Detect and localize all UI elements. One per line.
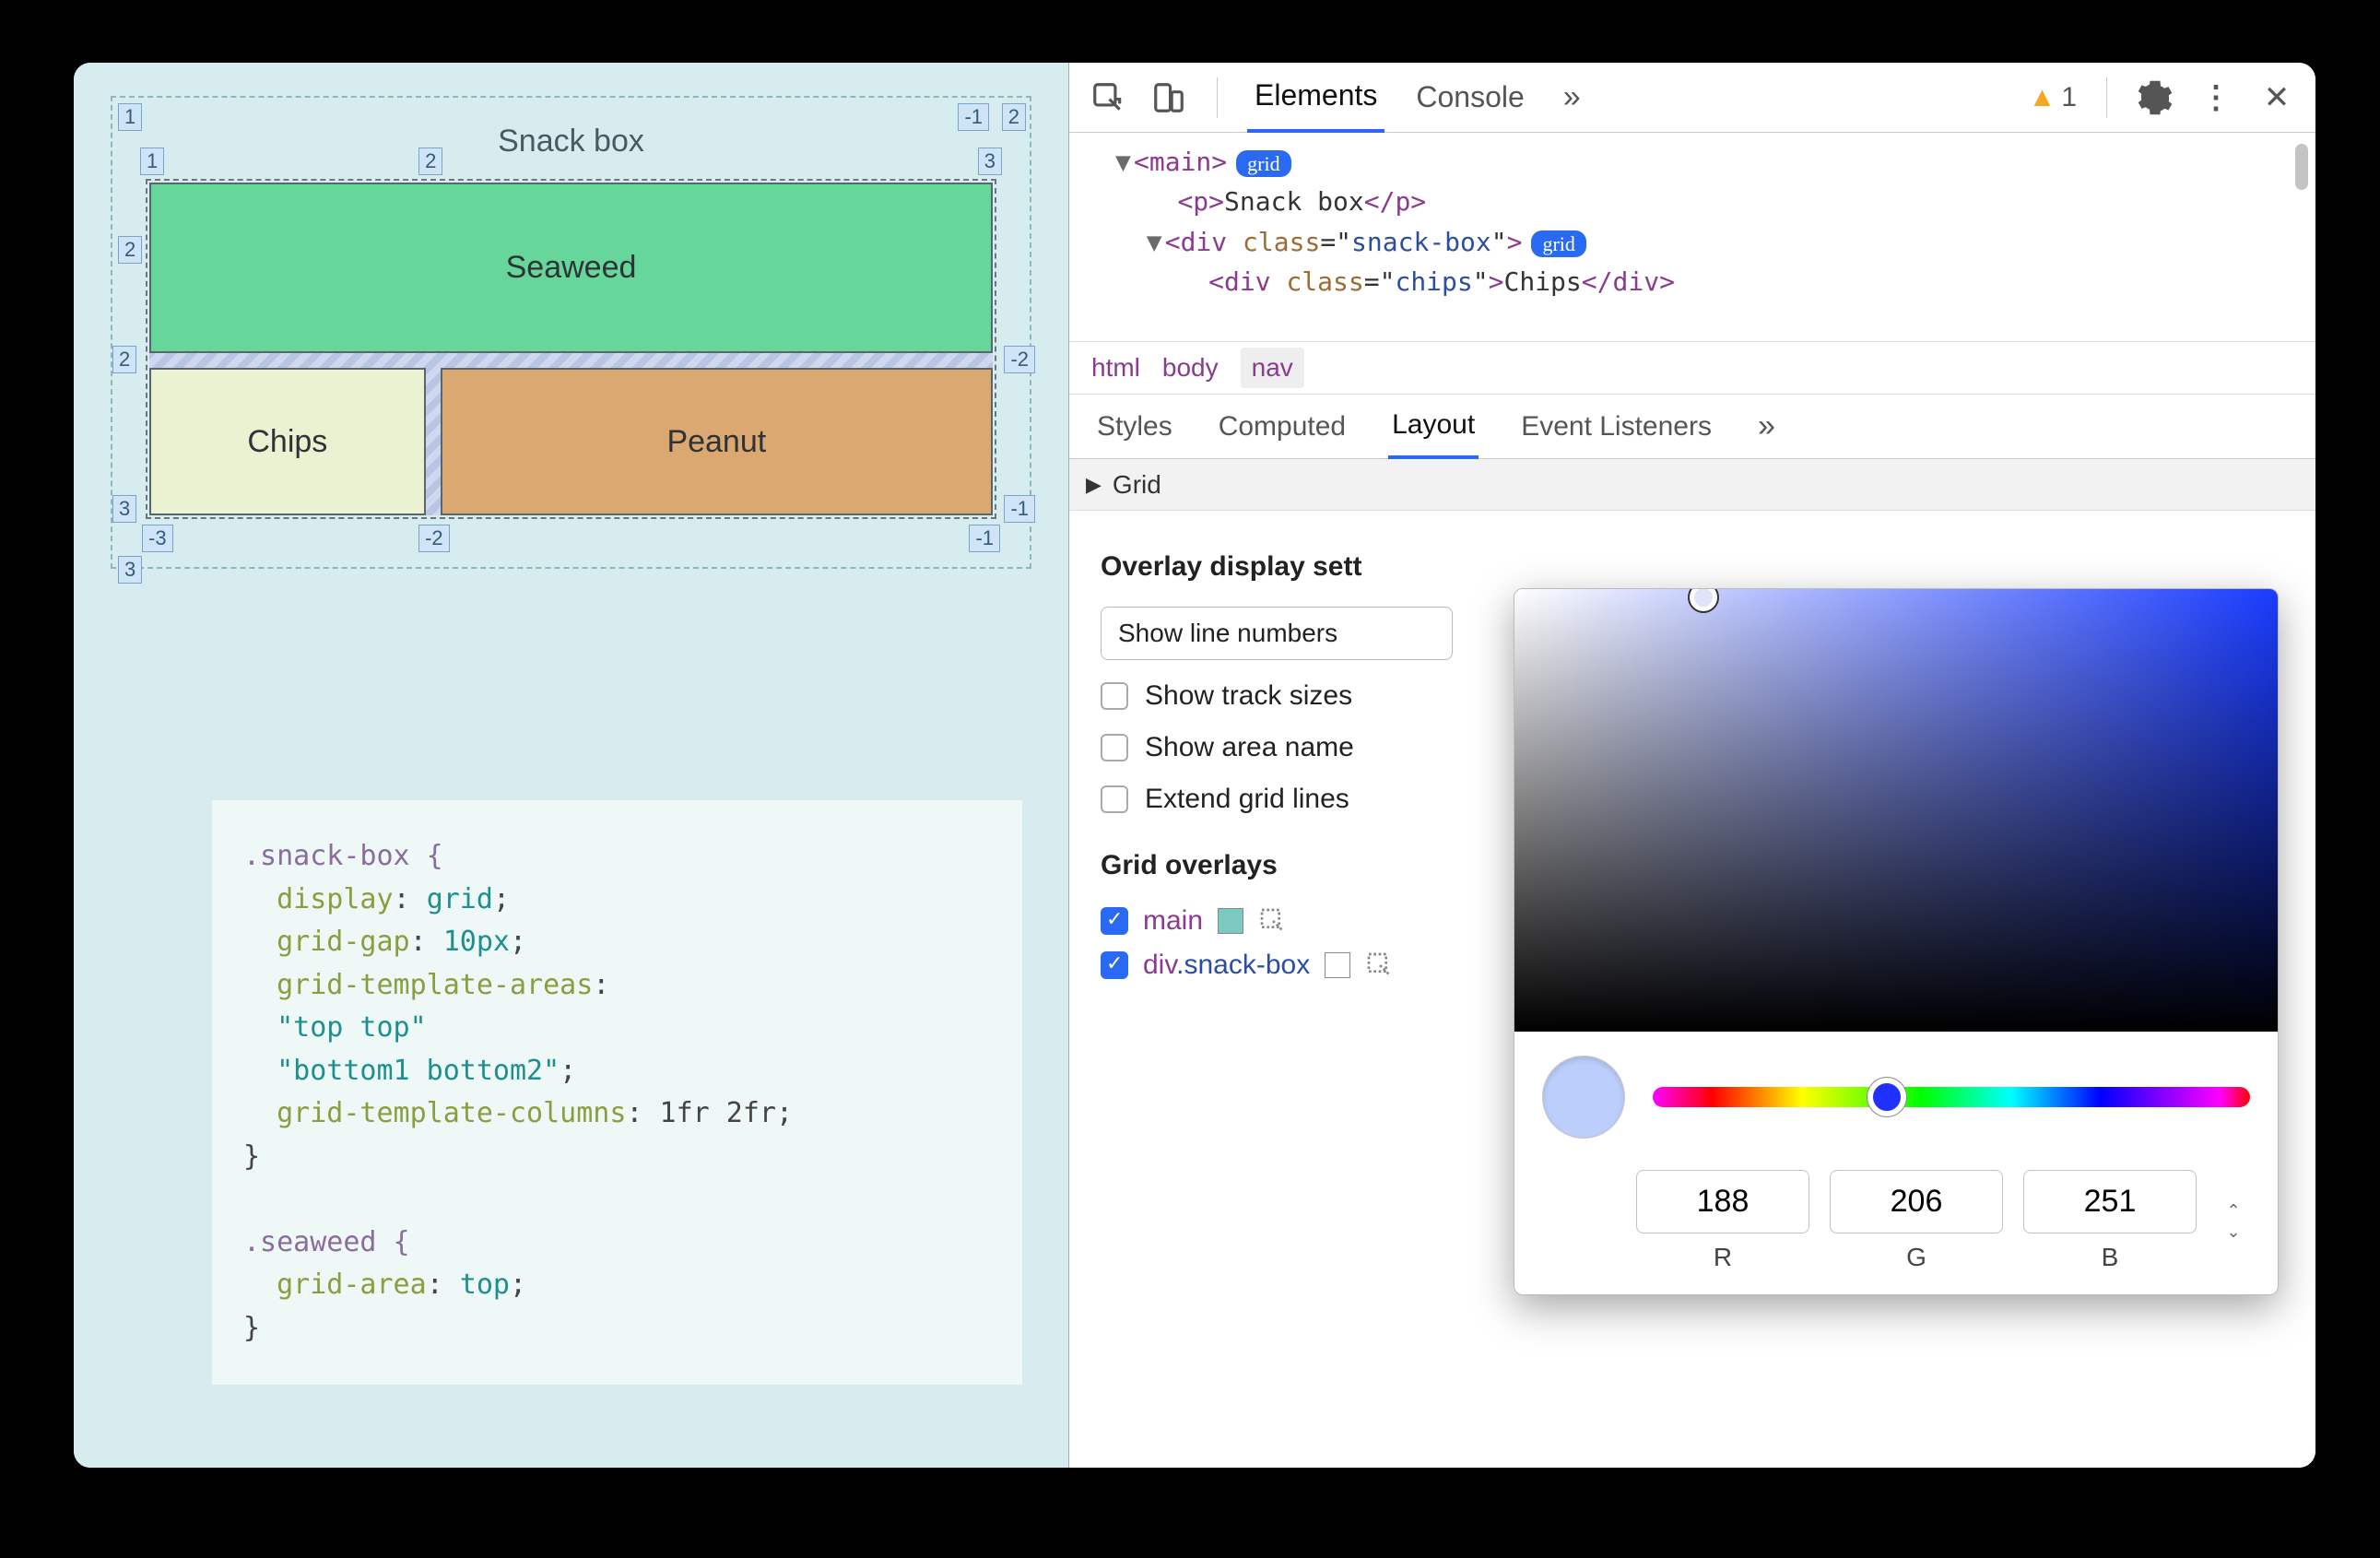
grid-overlay-inner: 1 2 3 2 -2 3 -3 -2 -1 -1 Seaweed Chips P… xyxy=(146,179,996,519)
saturation-indicator[interactable] xyxy=(1690,588,1717,611)
grid-badge[interactable]: grid xyxy=(1236,150,1290,177)
input-g[interactable] xyxy=(1830,1170,2003,1233)
grid-section-title: Grid xyxy=(1113,470,1161,500)
sidebar-tabs: Styles Computed Layout Event Listeners » xyxy=(1069,395,2315,459)
dom-scrollbar[interactable] xyxy=(2295,144,2308,190)
line-num: 2 xyxy=(112,346,136,373)
device-icon[interactable] xyxy=(1150,79,1187,116)
label-extend-lines: Extend grid lines xyxy=(1145,784,1349,815)
warning-count: 1 xyxy=(2061,82,2077,113)
line-num: 2 xyxy=(418,148,442,175)
grid-section-header[interactable]: ▶ Grid xyxy=(1069,459,2315,511)
kebab-icon[interactable]: ⋮ xyxy=(2197,79,2234,116)
line-num: -1 xyxy=(969,525,1000,552)
subtab-styles[interactable]: Styles xyxy=(1093,396,1176,457)
close-icon[interactable]: ✕ xyxy=(2258,79,2295,116)
color-swatch-main[interactable] xyxy=(1218,908,1243,934)
hue-knob[interactable] xyxy=(1867,1078,1906,1116)
saturation-field[interactable] xyxy=(1514,589,2278,1032)
input-r[interactable] xyxy=(1636,1170,1809,1233)
checkbox-track-sizes[interactable] xyxy=(1101,682,1128,710)
breadcrumb[interactable]: html body nav xyxy=(1069,341,2315,395)
page-title: Snack box xyxy=(112,124,1030,159)
settings-icon[interactable] xyxy=(2137,79,2174,116)
main-toolbar: Elements Console » ▲ 1 ⋮ ✕ xyxy=(1069,63,2315,133)
more-tabs-icon[interactable]: » xyxy=(1556,63,1588,132)
checkbox-area-names[interactable] xyxy=(1101,734,1128,761)
line-num: 3 xyxy=(112,495,136,523)
tab-console[interactable]: Console xyxy=(1408,64,1531,131)
highlight-icon[interactable] xyxy=(1365,950,1395,980)
line-numbers-dropdown[interactable]: Show line numbers xyxy=(1101,607,1453,660)
subtab-layout[interactable]: Layout xyxy=(1388,395,1479,459)
label-g: G xyxy=(1830,1243,2003,1272)
label-b: B xyxy=(2023,1243,2197,1272)
dom-tree[interactable]: ▼<main>grid <p>Snack box</p> ▼<div class… xyxy=(1069,133,2315,341)
overlay-name-main[interactable]: main xyxy=(1143,905,1203,937)
color-picker: R G B ⌃⌄ xyxy=(1514,588,2279,1295)
overlay-settings-heading: Overlay display sett xyxy=(1101,551,2284,583)
input-b[interactable] xyxy=(2023,1170,2197,1233)
label-area-names: Show area name xyxy=(1145,732,1354,763)
color-preview-swatch[interactable] xyxy=(1542,1056,1625,1139)
separator xyxy=(2106,77,2107,118)
crumb-body[interactable]: body xyxy=(1162,353,1219,383)
line-num: -2 xyxy=(1004,346,1035,373)
grid-badge[interactable]: grid xyxy=(1531,230,1585,257)
checkbox-overlay-main[interactable] xyxy=(1101,907,1128,935)
line-num: 3 xyxy=(978,148,1002,175)
warning-counter[interactable]: ▲ 1 xyxy=(2029,82,2077,113)
inspect-icon[interactable] xyxy=(1090,79,1126,116)
highlight-icon[interactable] xyxy=(1258,906,1288,936)
devtools-window: 1 -1 2 2 3 Snack box 1 2 3 2 -2 3 -3 -2 … xyxy=(74,63,2315,1468)
color-mode-switcher[interactable]: ⌃⌄ xyxy=(2217,1170,2250,1272)
overlay-name-snackbox[interactable]: div.snack-box xyxy=(1143,950,1310,981)
line-num: -2 xyxy=(418,525,450,552)
css-code-box: .snack-box { display: grid; grid-gap: 10… xyxy=(212,800,1022,1385)
crumb-html[interactable]: html xyxy=(1091,353,1140,383)
page-viewport: 1 -1 2 2 3 Snack box 1 2 3 2 -2 3 -3 -2 … xyxy=(74,63,1069,1468)
separator xyxy=(1217,77,1218,118)
grid-overlay-outer: 1 -1 2 2 3 Snack box 1 2 3 2 -2 3 -3 -2 … xyxy=(111,96,1031,569)
cell-chips: Chips xyxy=(149,368,426,515)
devtools-panel: Elements Console » ▲ 1 ⋮ ✕ ▼<main>grid <… xyxy=(1069,63,2315,1468)
disclosure-triangle-icon: ▶ xyxy=(1086,473,1102,497)
label-track-sizes: Show track sizes xyxy=(1145,680,1352,712)
cell-peanut: Peanut xyxy=(441,368,993,515)
tab-elements[interactable]: Elements xyxy=(1247,63,1384,133)
subtab-events[interactable]: Event Listeners xyxy=(1517,396,1715,457)
warning-icon: ▲ xyxy=(2029,82,2056,113)
line-num: 1 xyxy=(140,148,164,175)
line-num: -1 xyxy=(1004,495,1035,523)
checkbox-extend-lines[interactable] xyxy=(1101,785,1128,813)
hue-slider[interactable] xyxy=(1653,1087,2250,1107)
line-num: -3 xyxy=(142,525,173,552)
line-num: 2 xyxy=(118,236,142,264)
snack-box-grid: Seaweed Chips Peanut xyxy=(149,183,993,515)
crumb-nav[interactable]: nav xyxy=(1241,348,1304,388)
more-subtabs-icon[interactable]: » xyxy=(1754,394,1779,459)
label-r: R xyxy=(1636,1243,1809,1272)
cell-seaweed: Seaweed xyxy=(149,183,993,353)
checkbox-overlay-snackbox[interactable] xyxy=(1101,951,1128,979)
subtab-computed[interactable]: Computed xyxy=(1215,396,1349,457)
color-swatch-snackbox[interactable] xyxy=(1325,952,1350,978)
line-num: 3 xyxy=(118,556,142,584)
